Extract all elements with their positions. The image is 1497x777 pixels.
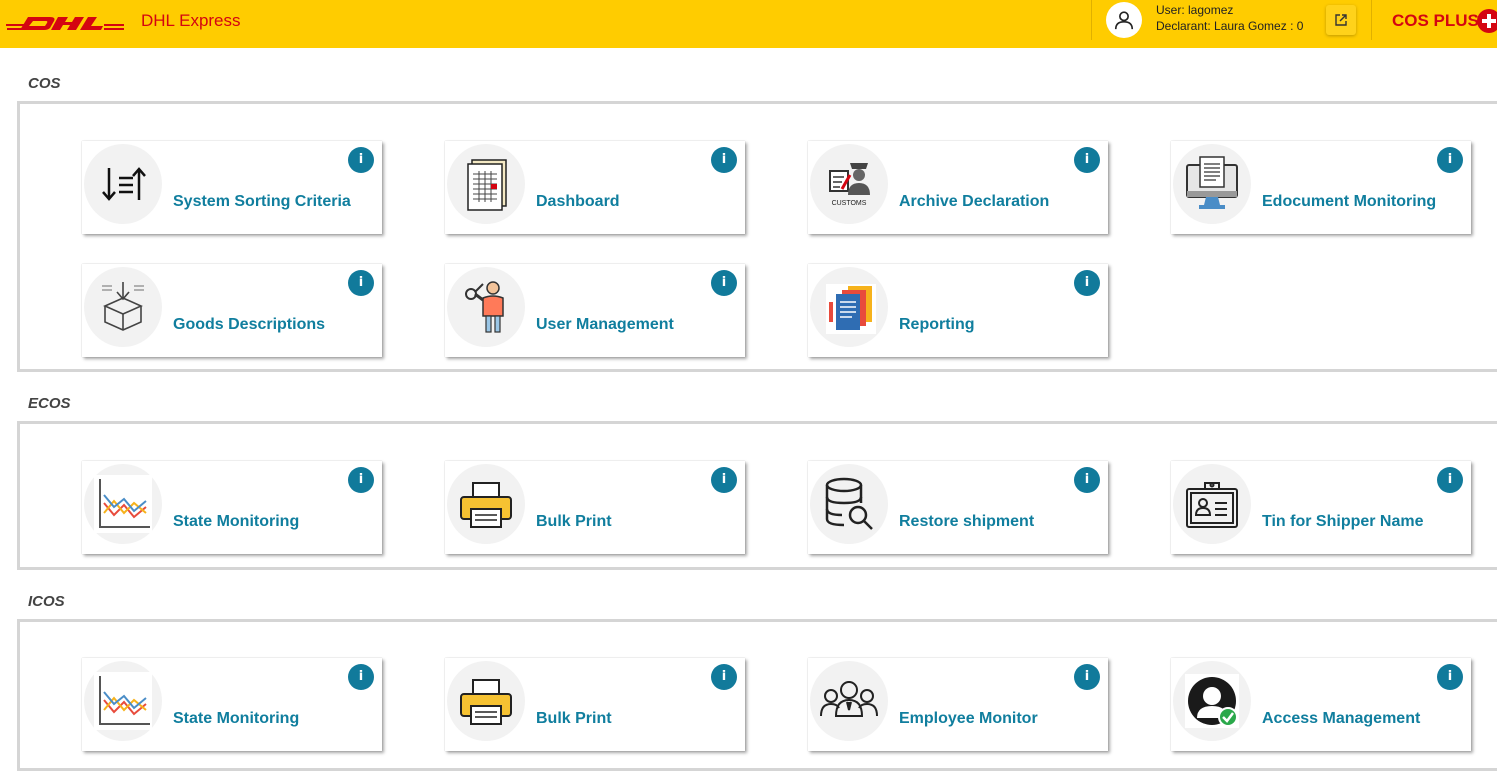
- card-restore-shipment[interactable]: Restore shipment i: [808, 461, 1108, 554]
- info-icon[interactable]: i: [348, 270, 374, 296]
- card-edocument-monitoring[interactable]: Edocument Monitoring i: [1171, 141, 1471, 234]
- section-title-cos: COS: [28, 75, 61, 92]
- sort-arrows-icon: [84, 144, 162, 224]
- header-divider: [1091, 0, 1092, 40]
- plus-icon: [1477, 9, 1497, 33]
- user-info: User: lagomez Declarant: Laura Gomez : 0: [1156, 2, 1303, 34]
- card-user-management[interactable]: User Management i: [445, 264, 745, 357]
- report-folders-icon: [810, 267, 888, 347]
- card-goods-descriptions[interactable]: Goods Descriptions i: [82, 264, 382, 357]
- external-link-button[interactable]: [1326, 5, 1356, 35]
- card-state-monitoring[interactable]: State Monitoring i: [82, 461, 382, 554]
- card-reporting[interactable]: Reporting i: [808, 264, 1108, 357]
- card-label: Archive Declaration: [899, 193, 1050, 210]
- info-icon[interactable]: i: [711, 664, 737, 690]
- user-avatar-icon[interactable]: [1106, 2, 1142, 38]
- card-label: State Monitoring: [173, 513, 300, 530]
- info-icon[interactable]: i: [1074, 664, 1100, 690]
- info-icon[interactable]: i: [1437, 664, 1463, 690]
- card-system-sorting-criteria[interactable]: System Sorting Criteria i: [82, 141, 382, 234]
- employee-group-icon: [810, 661, 888, 741]
- printer-icon: [447, 464, 525, 544]
- box-download-icon: [84, 267, 162, 347]
- spreadsheet-icon: [447, 144, 525, 224]
- customs-officer-icon: CUSTOMS: [810, 144, 888, 224]
- card-label: Employee Monitor: [899, 710, 1038, 727]
- info-icon[interactable]: i: [1074, 467, 1100, 493]
- info-icon[interactable]: i: [1437, 467, 1463, 493]
- database-search-icon: [810, 464, 888, 544]
- declarant-name: Declarant: Laura Gomez : 0: [1156, 19, 1304, 33]
- card-label: Dashboard: [536, 193, 620, 210]
- section-title-ecos: ECOS: [28, 395, 71, 412]
- monitor-document-icon: [1173, 144, 1251, 224]
- user-key-icon: [447, 267, 525, 347]
- card-bulk-print[interactable]: Bulk Print i: [445, 461, 745, 554]
- external-link-icon: [1335, 14, 1347, 26]
- info-icon[interactable]: i: [711, 147, 737, 173]
- section-title-icos: ICOS: [28, 593, 65, 610]
- card-label: Reporting: [899, 316, 975, 333]
- info-icon[interactable]: i: [1437, 147, 1463, 173]
- printer-icon: [447, 661, 525, 741]
- info-icon[interactable]: i: [1074, 270, 1100, 296]
- info-icon[interactable]: i: [348, 664, 374, 690]
- line-chart-icon: [84, 464, 162, 544]
- card-label: System Sorting Criteria: [173, 193, 351, 210]
- info-icon[interactable]: i: [1074, 147, 1100, 173]
- user-check-icon: [1173, 661, 1251, 741]
- card-employee-monitor[interactable]: Employee Monitor i: [808, 658, 1108, 751]
- info-icon[interactable]: i: [348, 147, 374, 173]
- customs-text: CUSTOMS: [832, 200, 867, 207]
- user-name: User: lagomez: [1156, 3, 1234, 17]
- info-icon[interactable]: i: [348, 467, 374, 493]
- card-label: Access Management: [1262, 710, 1421, 727]
- product-name: COS PLUS: [1392, 11, 1479, 30]
- id-badge-icon: [1173, 464, 1251, 544]
- card-label: Bulk Print: [536, 513, 612, 530]
- card-label: State Monitoring: [173, 710, 300, 727]
- card-label: Edocument Monitoring: [1262, 193, 1437, 210]
- card-label: User Management: [536, 316, 674, 333]
- card-state-monitoring[interactable]: State Monitoring i: [82, 658, 382, 751]
- card-access-management[interactable]: Access Management i: [1171, 658, 1471, 751]
- card-tin-for-shipper-name[interactable]: Tin for Shipper Name i: [1171, 461, 1471, 554]
- card-label: Tin for Shipper Name: [1262, 513, 1424, 530]
- brand-name: DHL Express: [141, 11, 241, 30]
- line-chart-icon: [84, 661, 162, 741]
- card-label: Restore shipment: [899, 513, 1035, 530]
- card-archive-declaration[interactable]: CUSTOMS Archive Declaration i: [808, 141, 1108, 234]
- card-dashboard[interactable]: Dashboard i: [445, 141, 745, 234]
- info-icon[interactable]: i: [711, 270, 737, 296]
- card-label: Goods Descriptions: [173, 316, 326, 333]
- header-divider: [1371, 0, 1372, 40]
- card-bulk-print[interactable]: Bulk Print i: [445, 658, 745, 751]
- card-label: Bulk Print: [536, 710, 612, 727]
- dhl-logo-icon: [6, 17, 124, 30]
- info-icon[interactable]: i: [711, 467, 737, 493]
- top-header: DHL Express User: lagomez Declarant: Lau…: [0, 0, 1497, 48]
